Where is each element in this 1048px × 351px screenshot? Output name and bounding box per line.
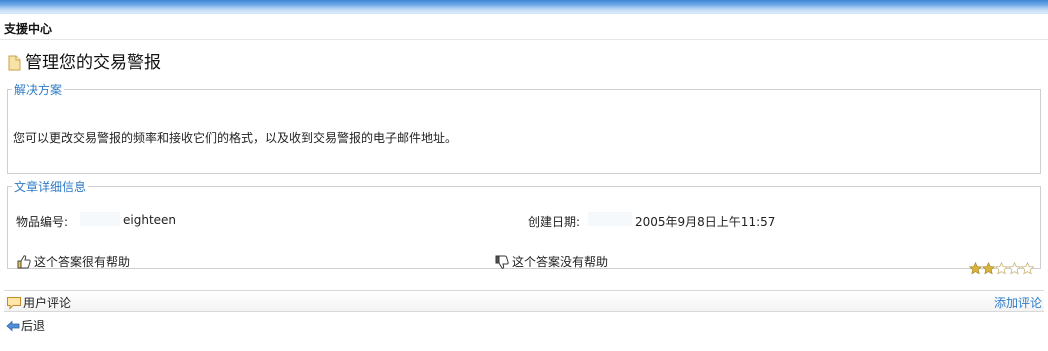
comment-icon bbox=[6, 296, 22, 310]
page-title: 管理您的交易警报 bbox=[8, 52, 161, 74]
back-label: 后退 bbox=[21, 319, 46, 333]
item-number-spacer bbox=[80, 212, 120, 226]
item-number-value: eighteen bbox=[123, 213, 177, 227]
star-icon bbox=[994, 261, 1009, 275]
thumbs-down-icon bbox=[494, 254, 510, 270]
document-icon bbox=[8, 55, 21, 71]
helpful-button[interactable]: 这个答案很有帮助 bbox=[16, 253, 130, 270]
top-banner bbox=[0, 0, 1048, 14]
back-link[interactable]: 后退 bbox=[6, 317, 45, 334]
details-legend: 文章详细信息 bbox=[14, 180, 87, 194]
user-comments-bar: 用户评论 添加评论 bbox=[4, 290, 1044, 312]
helpful-label: 这个答案很有帮助 bbox=[34, 255, 131, 269]
article-details-panel: 文章详细信息 物品编号: eighteen 创建日期: 2005年9月8日上午1… bbox=[7, 178, 1041, 275]
created-date-value: 2005年9月8日上午11:57 bbox=[635, 215, 776, 229]
page-title-text: 管理您的交易警报 bbox=[25, 53, 161, 73]
user-comments-header: 用户评论 bbox=[6, 294, 71, 311]
item-number-label: 物品编号: bbox=[16, 215, 69, 229]
created-date-label: 创建日期: bbox=[528, 215, 581, 229]
solution-legend: 解决方案 bbox=[14, 83, 63, 97]
add-comment-link[interactable]: 添加评论 bbox=[994, 294, 1042, 311]
solution-panel: 解决方案 您可以更改交易警报的频率和接收它们的格式，以及收到交易警报的电子邮件地… bbox=[7, 81, 1041, 174]
star-icon bbox=[968, 261, 983, 275]
star-icon bbox=[1007, 261, 1022, 275]
created-date-spacer bbox=[588, 212, 632, 226]
solution-text: 您可以更改交易警报的频率和接收它们的格式，以及收到交易警报的电子邮件地址。 bbox=[13, 131, 458, 145]
star-icon bbox=[1020, 261, 1035, 275]
thumbs-up-icon bbox=[16, 254, 32, 270]
star-icon bbox=[981, 261, 996, 275]
section-title: 支援中心 bbox=[4, 22, 53, 36]
user-comments-label: 用户评论 bbox=[23, 296, 72, 310]
header-divider bbox=[0, 39, 1048, 40]
rating-stars[interactable] bbox=[968, 261, 1035, 275]
not-helpful-button[interactable]: 这个答案没有帮助 bbox=[494, 253, 608, 270]
not-helpful-label: 这个答案没有帮助 bbox=[512, 255, 609, 269]
back-arrow-icon bbox=[6, 320, 20, 332]
